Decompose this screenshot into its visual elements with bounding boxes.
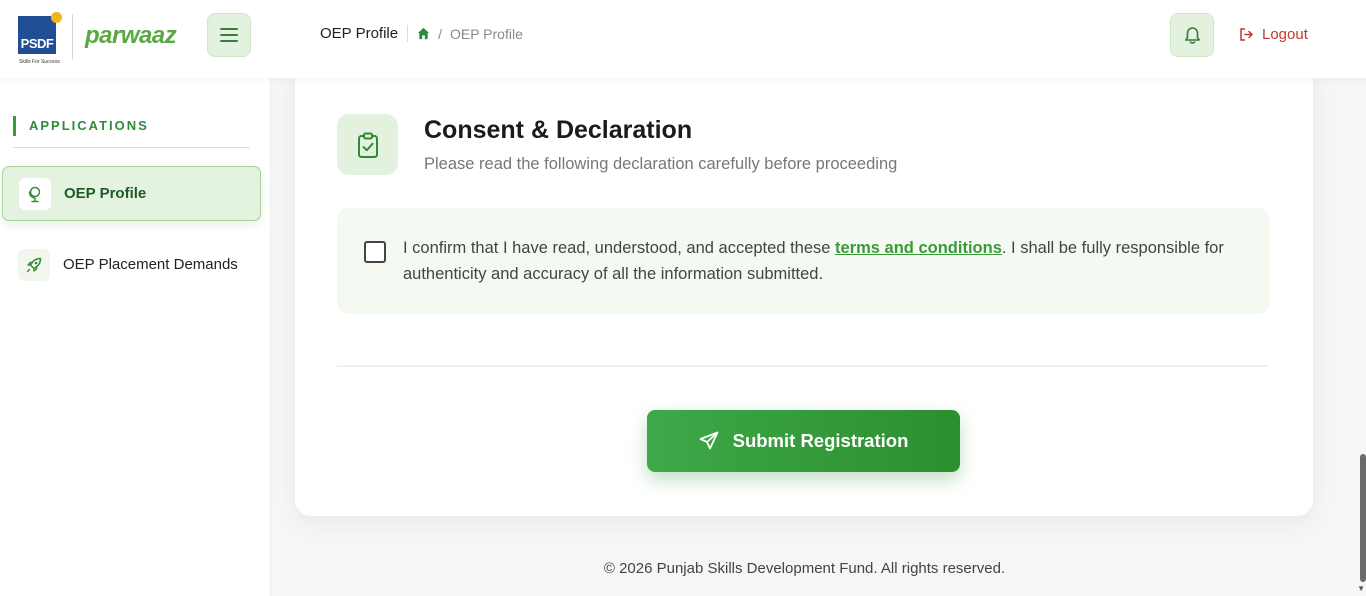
globe-stand-icon bbox=[19, 177, 51, 210]
page-scrollbar[interactable]: ▲ ▼ bbox=[1357, 0, 1366, 596]
scroll-down-arrow-icon[interactable]: ▼ bbox=[1357, 584, 1365, 593]
breadcrumb-current: OEP Profile bbox=[449, 25, 523, 42]
send-icon bbox=[699, 431, 719, 450]
declaration-text-start: I confirm that I have read, understood, … bbox=[403, 239, 836, 257]
bell-icon bbox=[1184, 26, 1200, 44]
section-title: Consent & Declaration bbox=[424, 116, 693, 144]
scrollbar-thumb[interactable] bbox=[1360, 454, 1366, 582]
logout-icon bbox=[1240, 28, 1253, 41]
logout-label: Logout bbox=[1262, 26, 1308, 43]
logo-divider bbox=[72, 14, 73, 60]
sidebar-item-oep-placement-demands[interactable]: OEP Placement Demands bbox=[2, 237, 261, 292]
menu-toggle-button[interactable] bbox=[207, 13, 251, 57]
psdf-logo-sun bbox=[51, 12, 62, 23]
declaration-box: I confirm that I have read, understood, … bbox=[337, 208, 1270, 314]
footer-copyright: © 2026 Punjab Skills Development Fund. A… bbox=[603, 560, 1006, 577]
logout-button[interactable]: Logout bbox=[1239, 26, 1308, 43]
sidebar-section-applications: APPLICATIONS bbox=[13, 116, 149, 136]
declaration-text: I confirm that I have read, understood, … bbox=[403, 235, 1243, 287]
psdf-tagline: Skills For Success bbox=[19, 59, 60, 65]
terms-link[interactable]: terms and conditions bbox=[835, 239, 1002, 257]
consent-card: Consent & Declaration Please read the fo… bbox=[295, 60, 1313, 516]
sidebar-section-divider bbox=[13, 147, 250, 148]
breadcrumb: OEP Profile / OEP Profile bbox=[320, 25, 523, 42]
card-divider bbox=[337, 365, 1269, 367]
sidebar-item-oep-profile[interactable]: OEP Profile bbox=[2, 166, 261, 221]
psdf-logo-mark: PSDF bbox=[18, 16, 56, 54]
breadcrumb-separator: / bbox=[438, 25, 442, 42]
page-title: OEP Profile bbox=[320, 25, 409, 42]
home-icon bbox=[418, 27, 430, 40]
sidebar: APPLICATIONS OEP Profile OEP Placement D… bbox=[0, 78, 271, 596]
breadcrumb-home[interactable] bbox=[417, 27, 430, 40]
notifications-button[interactable] bbox=[1170, 13, 1214, 57]
sidebar-item-label: OEP Placement Demands bbox=[63, 256, 238, 273]
consent-checkbox[interactable] bbox=[364, 241, 386, 263]
hamburger-icon bbox=[220, 28, 238, 42]
sidebar-item-label: OEP Profile bbox=[64, 185, 147, 202]
psdf-logo[interactable]: PSDF Skills For Success bbox=[18, 12, 64, 68]
rocket-icon bbox=[18, 248, 50, 281]
clipboard-check-icon bbox=[337, 114, 398, 175]
top-header: PSDF Skills For Success parwaaz OEP Prof… bbox=[0, 0, 1366, 78]
section-subtitle: Please read the following declaration ca… bbox=[424, 155, 898, 173]
submit-registration-button[interactable]: Submit Registration bbox=[647, 410, 960, 472]
parwaaz-logo[interactable]: parwaaz bbox=[85, 22, 177, 50]
submit-label: Submit Registration bbox=[732, 430, 909, 451]
